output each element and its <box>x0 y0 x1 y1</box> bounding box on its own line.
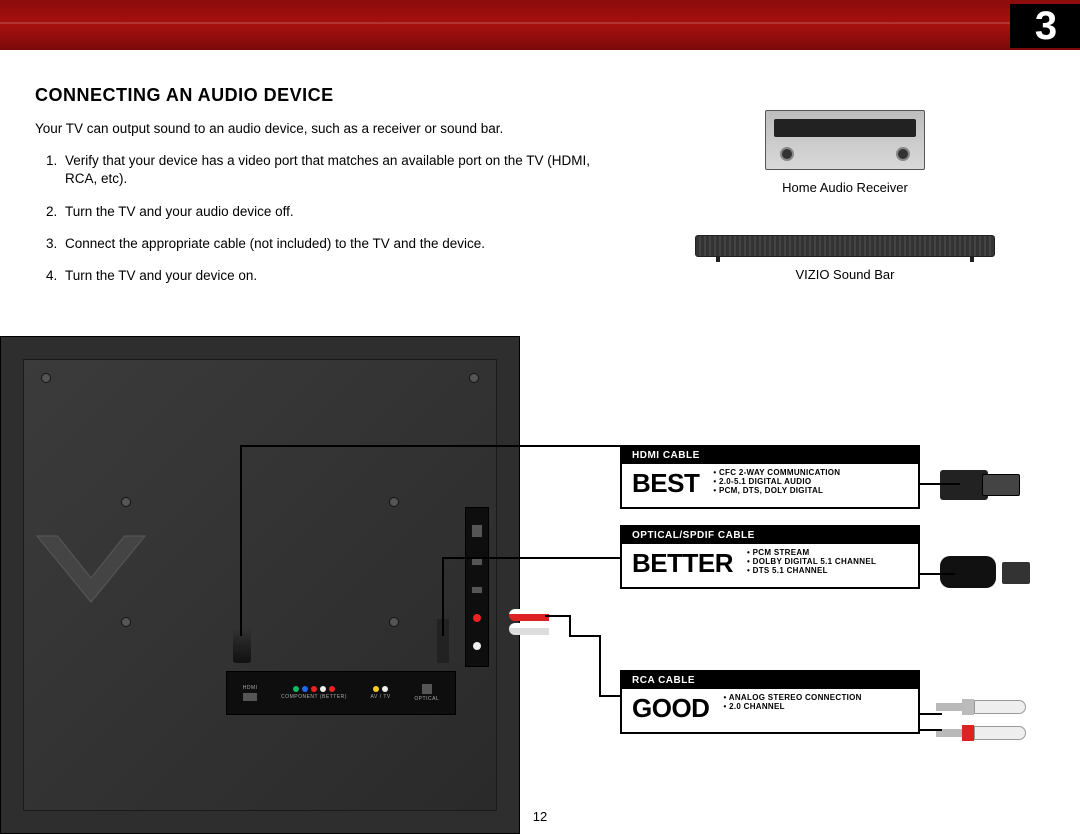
rca-side-connectors <box>509 609 549 635</box>
cable-bullet: PCM STREAM <box>747 548 876 557</box>
step-item: Connect the appropriate cable (not inclu… <box>61 235 595 253</box>
cable-bullet: DTS 5.1 CHANNEL <box>747 566 876 575</box>
step-item: Verify that your device has a video port… <box>61 152 595 188</box>
step-item: Turn the TV and your audio device off. <box>61 203 595 221</box>
cable-box-best: HDMI CABLE BEST CFC 2-WAY COMMUNICATION … <box>620 445 920 509</box>
device-illustrations: Home Audio Receiver VIZIO Sound Bar <box>660 110 1030 322</box>
optical-stub-icon <box>437 619 449 663</box>
instruction-list: Verify that your device has a video port… <box>35 152 595 285</box>
optical-connector-icon <box>940 554 1030 594</box>
soundbar-icon <box>695 235 995 257</box>
cable-header: OPTICAL/SPDIF CABLE <box>622 527 918 544</box>
soundbar-label: VIZIO Sound Bar <box>796 267 895 282</box>
cable-header: RCA CABLE <box>622 672 918 689</box>
cable-bullets: CFC 2-WAY COMMUNICATION 2.0-5.1 DIGITAL … <box>713 468 840 495</box>
vizio-logo-icon <box>31 527 151 617</box>
receiver-label: Home Audio Receiver <box>782 180 908 195</box>
port-label-av: AV / TV <box>371 694 391 700</box>
cable-bullet: DOLBY DIGITAL 5.1 CHANNEL <box>747 557 876 566</box>
cable-bullet: 2.0 CHANNEL <box>723 702 861 711</box>
header-red-band <box>0 0 1080 50</box>
rca-connector-icon <box>936 698 1026 750</box>
hdmi-stub-icon <box>233 627 251 663</box>
cable-rank: BEST <box>632 468 699 499</box>
cable-rank: GOOD <box>632 693 709 724</box>
port-label-optical: OPTICAL <box>414 696 439 702</box>
cable-bullets: PCM STREAM DOLBY DIGITAL 5.1 CHANNEL DTS… <box>747 548 876 575</box>
receiver-icon <box>765 110 925 170</box>
cable-bullet: PCM, DTS, DOLY DIGITAL <box>713 486 840 495</box>
cable-bullet: 2.0-5.1 DIGITAL AUDIO <box>713 477 840 486</box>
port-label-component: COMPONENT (BETTER) <box>281 694 347 700</box>
cable-bullet: CFC 2-WAY COMMUNICATION <box>713 468 840 477</box>
cable-bullet: ANALOG STEREO CONNECTION <box>723 693 861 702</box>
section-heading: CONNECTING AN AUDIO DEVICE <box>35 85 1045 106</box>
chapter-number: 3 <box>1035 4 1057 49</box>
side-port-panel <box>465 507 489 667</box>
port-label-hdmi: HDMI <box>243 685 258 691</box>
hdmi-connector-icon <box>940 468 1020 504</box>
cable-bullets: ANALOG STEREO CONNECTION 2.0 CHANNEL <box>723 693 861 711</box>
chapter-number-badge: 3 <box>1010 4 1080 48</box>
step-item: Turn the TV and your device on. <box>61 267 595 285</box>
intro-paragraph: Your TV can output sound to an audio dev… <box>35 120 565 138</box>
tv-back-illustration: HDMI COMPONENT (BETTER) AV / TV OPTICAL <box>0 336 520 834</box>
bottom-port-panel: HDMI COMPONENT (BETTER) AV / TV OPTICAL <box>226 671 456 715</box>
cable-box-good: RCA CABLE GOOD ANALOG STEREO CONNECTION … <box>620 670 920 734</box>
cable-box-better: OPTICAL/SPDIF CABLE BETTER PCM STREAM DO… <box>620 525 920 589</box>
page-number: 12 <box>0 809 1080 824</box>
cable-rank: BETTER <box>632 548 733 579</box>
cable-header: HDMI CABLE <box>622 447 918 464</box>
